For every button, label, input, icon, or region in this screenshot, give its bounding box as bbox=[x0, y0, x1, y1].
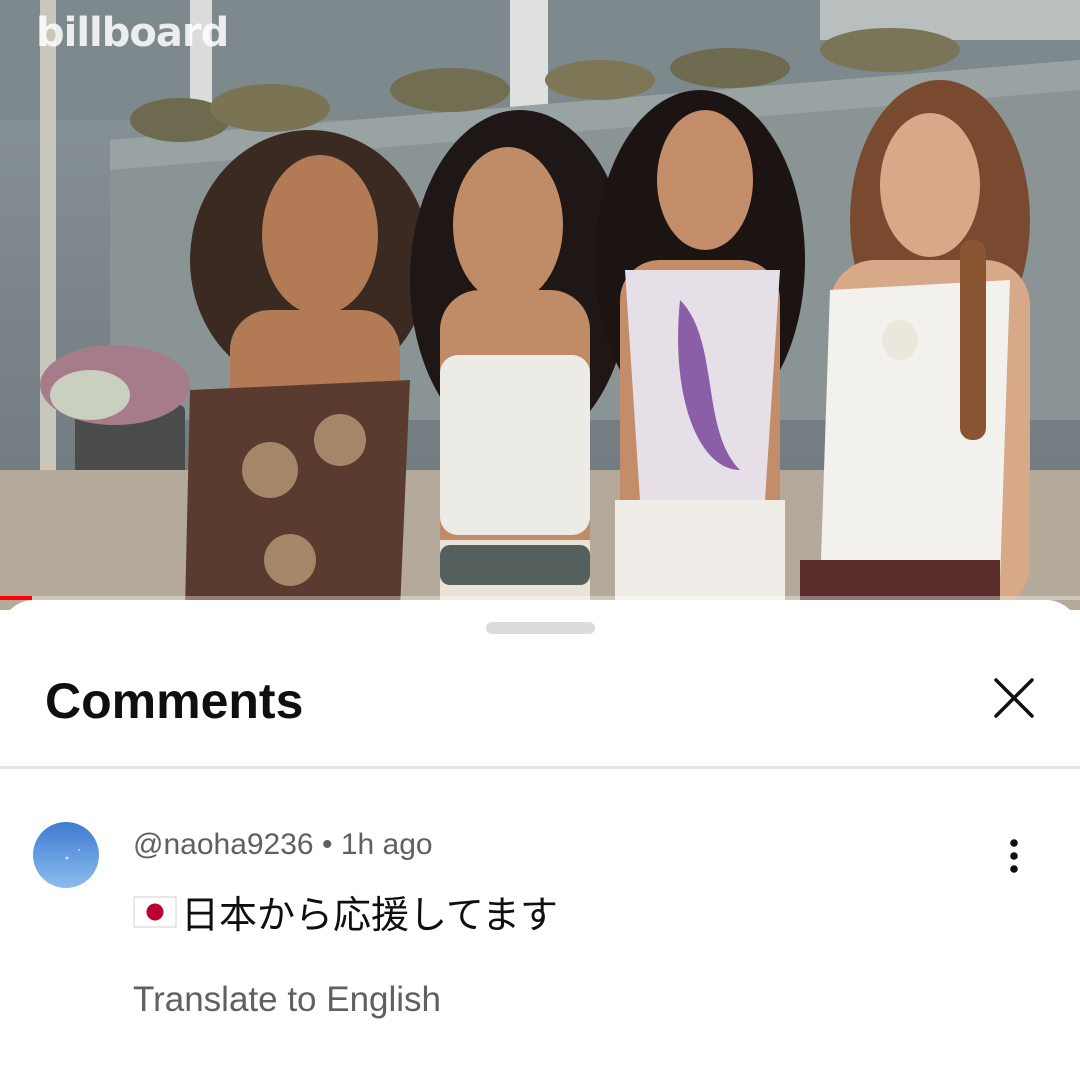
comment-author[interactable]: @naoha9236 bbox=[133, 828, 314, 861]
comments-sheet: Comments @naoha9236 • 1h ago 日本から応援してます … bbox=[0, 600, 1080, 1080]
comment-item: @naoha9236 • 1h ago 日本から応援してます Translate… bbox=[0, 800, 1080, 1080]
translate-link[interactable]: Translate to English bbox=[133, 980, 441, 1020]
avatar-image bbox=[33, 822, 99, 888]
comment-menu-button[interactable] bbox=[990, 830, 1038, 880]
meta-separator: • bbox=[321, 828, 333, 861]
comment-body: 日本から応援してます bbox=[133, 884, 558, 939]
close-icon bbox=[994, 678, 1034, 718]
comment-text: 日本から応援してます bbox=[181, 895, 558, 937]
japan-flag-icon bbox=[133, 896, 177, 927]
video-player[interactable]: billboard bbox=[0, 0, 1080, 610]
billboard-watermark: billboard bbox=[36, 10, 229, 56]
drag-handle[interactable] bbox=[486, 622, 595, 634]
comment-meta: @naoha9236 • 1h ago bbox=[133, 828, 433, 862]
close-button[interactable] bbox=[988, 672, 1040, 724]
divider bbox=[0, 766, 1080, 769]
video-progress-fill bbox=[0, 596, 33, 600]
avatar[interactable] bbox=[33, 822, 99, 888]
more-vertical-icon bbox=[1010, 839, 1018, 873]
comments-title: Comments bbox=[45, 673, 304, 729]
video-frame bbox=[0, 0, 1080, 610]
comment-time: 1h ago bbox=[340, 828, 433, 861]
